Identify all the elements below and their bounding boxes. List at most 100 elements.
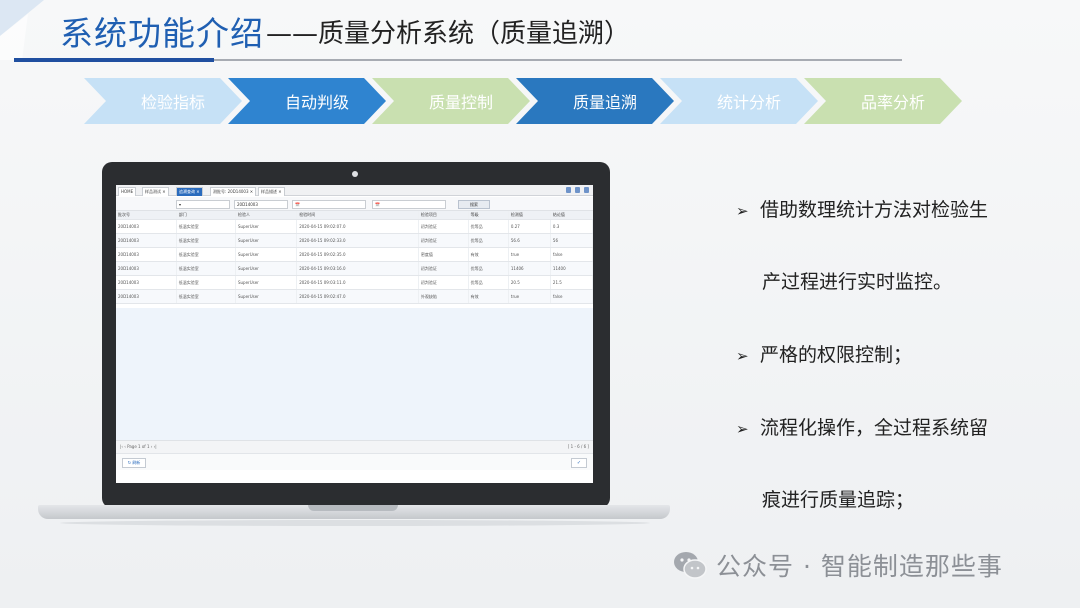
table-cell: 低温实验室 [176, 289, 236, 304]
table-cell: 0.27 [508, 219, 551, 234]
table-cell: 11400 [550, 261, 593, 276]
tab-4[interactable]: 测批号: 20D14003 ✕ [210, 187, 257, 196]
table-cell: SuperUser [235, 261, 298, 276]
feature-3-line1: ➢ 流程化操作，全过程系统留 [736, 417, 989, 439]
step-2[interactable]: 自动判级 [228, 78, 386, 124]
table-cell: true [508, 247, 551, 262]
search-button[interactable]: 搜索 [458, 200, 490, 209]
table-cell: 初判验证 [418, 233, 469, 248]
tab-bar: HOME 样品测试 ✕ 追溯查询 ✕ 测批号: 20D14003 ✕ 样品描述 ✕ [116, 185, 593, 196]
feature-1-line2: 产过程进行实时监控。 [762, 271, 953, 293]
tab-5[interactable]: 样品描述 ✕ [258, 187, 285, 196]
feature-2: ➢ 严格的权限控制； [736, 344, 913, 366]
table-cell: 优等品 [468, 261, 509, 276]
filter-bar: ▾ 20D14003 📅 📅 搜索 [116, 197, 593, 211]
table-cell: 20.5 [508, 275, 551, 290]
home-icon[interactable] [566, 187, 571, 193]
feature-3-line2: 痕进行质量追踪； [762, 489, 915, 511]
table-cell: 20D14003 [116, 219, 177, 234]
column-header[interactable]: 部门 [176, 211, 236, 220]
table-cell: 2020-04-15 09:03:16.0 [296, 261, 419, 276]
laptop-shadow [60, 520, 650, 526]
feature-1-line1: ➢ 借助数理统计方法对检验生 [736, 199, 989, 221]
tab-2[interactable]: 样品测试 ✕ [142, 187, 169, 196]
table-cell: 2020-04-15 09:02:47.0 [296, 289, 419, 304]
table-row[interactable]: 20D14003 低温实验室 SuperUser 2020-04-15 09:02:3… [116, 247, 593, 262]
tab-1[interactable]: HOME [118, 187, 137, 196]
table-cell: true [508, 289, 551, 304]
end-date-input[interactable]: 📅 [372, 200, 446, 209]
table-row[interactable]: 20D14003 低温实验室 SuperUser 2020-04-15 09:02:3… [116, 233, 593, 248]
pager-controls[interactable]: |‹ ‹ Page 1 of 1 › ›| [116, 444, 157, 449]
column-header[interactable]: 检验项目 [418, 211, 469, 220]
corner-decoration [0, 0, 44, 60]
step-label: 质量控制 [428, 93, 493, 112]
step-6[interactable]: 品率分析 [804, 78, 962, 124]
table-cell: 20D14003 [116, 275, 177, 290]
step-label: 检验指标 [140, 93, 205, 112]
table-cell: 2020-04-15 09:02:35.0 [296, 247, 419, 262]
settings-icon[interactable] [575, 187, 580, 193]
table-cell: 56 [550, 233, 593, 248]
step-label: 统计分析 [716, 93, 781, 112]
table-cell: 0.3 [550, 219, 593, 234]
table-row[interactable]: 20D14003 低温实验室 SuperUser 2020-04-15 09:03:1… [116, 275, 593, 290]
arrow-bullet-icon: ➢ [736, 202, 749, 220]
start-date-input[interactable]: 📅 [292, 200, 366, 209]
table-cell: 初判验证 [418, 275, 469, 290]
table-cell: 初判验证 [418, 219, 469, 234]
table-cell: 优等品 [468, 219, 509, 234]
table-cell: 21.5 [550, 275, 593, 290]
column-header[interactable]: 检验人 [235, 211, 298, 220]
table-cell: 11406 [508, 261, 551, 276]
footer-bar: ↻ 刷新 ✓ [116, 453, 593, 470]
table-cell: 20D14003 [116, 289, 177, 304]
table-cell: 优等品 [468, 275, 509, 290]
table-cell: 优等品 [468, 233, 509, 248]
table-cell: 初判验证 [418, 261, 469, 276]
document-icon[interactable] [584, 187, 589, 193]
app-screen: HOME 样品测试 ✕ 追溯查询 ✕ 测批号: 20D14003 ✕ 样品描述 ✕ ▾ … [116, 185, 593, 483]
column-header[interactable]: 结论值 [550, 211, 593, 220]
step-1[interactable]: 检验指标 [84, 78, 242, 124]
table-cell: 有效 [468, 247, 509, 262]
table-cell: 低温实验室 [176, 219, 236, 234]
refresh-label: 刷新 [132, 460, 141, 465]
step-4[interactable]: 质量追溯 [516, 78, 674, 124]
arrow-bullet-icon: ➢ [736, 420, 749, 438]
process-steps: 检验指标 自动判级 质量控制 质量追溯 统计分析 品率分析 [84, 78, 964, 124]
table-cell: 低温实验室 [176, 233, 236, 248]
table-cell: SuperUser [235, 219, 298, 234]
department-select[interactable]: ▾ [176, 200, 230, 209]
refresh-button[interactable]: ↻ 刷新 [122, 458, 146, 468]
confirm-button[interactable]: ✓ [571, 458, 587, 468]
step-5[interactable]: 统计分析 [660, 78, 818, 124]
wechat-icon [674, 552, 707, 579]
step-label: 质量追溯 [572, 93, 637, 112]
table-row[interactable]: 20D14003 低温实验室 SuperUser 2020-04-15 09:03:1… [116, 261, 593, 276]
table-cell: 密度值 [418, 247, 469, 262]
table-cell: false [550, 247, 593, 262]
column-header[interactable]: 检测值 [508, 211, 551, 220]
pagination: |‹ ‹ Page 1 of 1 › ›| [ 1 - 6 / 6 ] [116, 440, 593, 453]
batch-input[interactable]: 20D14003 [234, 200, 288, 209]
step-3[interactable]: 质量控制 [372, 78, 530, 124]
title-main: 系统功能介绍 [60, 14, 264, 53]
table-cell: 有效 [468, 289, 509, 304]
table-cell: 2020-04-15 09:03:11.0 [296, 275, 419, 290]
table-empty-area [116, 308, 593, 440]
pager-summary: [ 1 - 6 / 6 ] [567, 444, 589, 449]
column-header[interactable]: 检验时间 [296, 211, 419, 220]
table-cell: 20D14003 [116, 233, 177, 248]
column-header[interactable]: 批次号 [116, 211, 177, 220]
table-cell: SuperUser [235, 247, 298, 262]
table-cell: 20D14003 [116, 261, 177, 276]
tab-3[interactable]: 追溯查询 ✕ [176, 187, 203, 196]
table-cell: SuperUser [235, 275, 298, 290]
table-row[interactable]: 20D14003 低温实验室 SuperUser 2020-04-15 09:02:4… [116, 289, 593, 304]
table-row[interactable]: 20D14003 低温实验室 SuperUser 2020-04-15 09:02:0… [116, 219, 593, 234]
column-header[interactable]: 等级 [468, 211, 509, 220]
camera-icon [352, 171, 358, 177]
watermark: 公众号 · 智能制造那些事 [672, 548, 1003, 582]
table-cell: 56.6 [508, 233, 551, 248]
